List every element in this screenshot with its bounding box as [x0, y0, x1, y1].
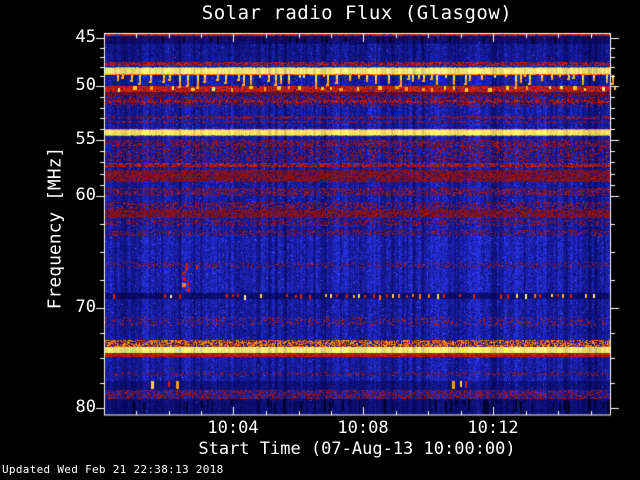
- y-tick-label-55: 55: [75, 129, 96, 149]
- x-axis-label: Start Time (07-Aug-13 10:00:00): [198, 439, 516, 459]
- y-tick-label-50: 50: [75, 75, 96, 95]
- y-tick-label-80: 80: [75, 397, 96, 417]
- x-tick-label-1004: 10:04: [207, 418, 259, 438]
- x-tick-label-1012: 10:12: [467, 418, 519, 438]
- y-axis-label: Frequency [MHz]: [44, 146, 66, 310]
- spectrogram-canvas: [0, 0, 640, 480]
- y-tick-label-70: 70: [75, 297, 96, 317]
- chart-title: Solar radio Flux (Glasgow): [201, 2, 513, 24]
- update-timestamp: Updated Wed Feb 21 22:38:13 2018: [2, 463, 224, 476]
- solar-radio-spectrogram-figure: Solar radio Flux (Glasgow) Frequency [MH…: [0, 0, 640, 480]
- y-tick-label-60: 60: [75, 185, 96, 205]
- y-tick-label-45: 45: [75, 27, 96, 47]
- x-tick-label-1008: 10:08: [337, 418, 389, 438]
